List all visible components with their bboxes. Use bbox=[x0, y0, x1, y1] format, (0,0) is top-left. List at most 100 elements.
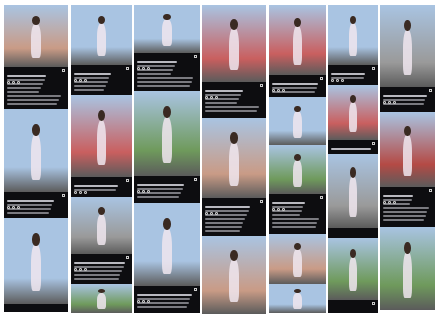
photo-tile-9 bbox=[134, 91, 200, 176]
caption-text-line bbox=[74, 262, 126, 264]
bookmark-icon bbox=[194, 55, 197, 58]
photo-collage bbox=[0, 0, 439, 315]
caption-text-line bbox=[137, 85, 190, 87]
comment-icon bbox=[79, 268, 82, 271]
photo-tile-25 bbox=[380, 227, 435, 310]
photo-tile-18 bbox=[269, 284, 326, 313]
caption-text-line bbox=[74, 185, 118, 187]
person-head bbox=[32, 123, 40, 136]
post-caption-panel-7 bbox=[134, 53, 200, 91]
comment-icon bbox=[142, 190, 145, 193]
heart-icon bbox=[74, 191, 77, 194]
comment-icon bbox=[142, 67, 145, 70]
share-icon bbox=[215, 212, 218, 215]
person-head bbox=[97, 109, 106, 122]
photo-tile-21 bbox=[328, 154, 378, 228]
photo-tile-2 bbox=[4, 109, 68, 192]
person-figure bbox=[292, 159, 303, 187]
person-figure bbox=[292, 249, 303, 277]
caption-text-line bbox=[383, 219, 425, 221]
heart-icon bbox=[137, 300, 140, 303]
caption-text-line bbox=[137, 298, 191, 300]
bookmark-icon bbox=[320, 77, 323, 80]
post-action-icons bbox=[137, 288, 197, 303]
comment-icon bbox=[210, 212, 213, 215]
post-action-icons bbox=[383, 189, 432, 204]
post-caption-panel-16 bbox=[328, 228, 378, 238]
comment-icon bbox=[277, 208, 280, 211]
caption-text-line bbox=[272, 218, 319, 220]
caption-text-line bbox=[331, 73, 365, 75]
heart-icon bbox=[205, 212, 208, 215]
share-icon bbox=[147, 300, 150, 303]
post-action-icons bbox=[272, 196, 323, 211]
photo-tile-16 bbox=[269, 145, 326, 194]
caption-text-line bbox=[383, 211, 428, 213]
share-icon bbox=[17, 81, 20, 84]
caption-text-line bbox=[74, 85, 106, 87]
post-action-icons bbox=[331, 67, 375, 82]
photo-tile-6 bbox=[71, 197, 132, 254]
person-head bbox=[163, 106, 171, 119]
caption-text-line bbox=[137, 196, 179, 198]
person-figure bbox=[96, 23, 107, 56]
caption-text-line bbox=[137, 61, 177, 63]
bookmark-icon bbox=[320, 196, 323, 199]
caption-text-line bbox=[74, 278, 119, 280]
share-icon bbox=[282, 208, 285, 211]
post-action-icons bbox=[331, 302, 375, 306]
heart-icon bbox=[272, 208, 275, 211]
person-head bbox=[404, 241, 411, 254]
person-figure bbox=[403, 251, 412, 298]
photo-tile-22 bbox=[328, 238, 378, 300]
bookmark-icon bbox=[62, 69, 65, 72]
post-caption-panel-15 bbox=[328, 140, 378, 154]
person-head bbox=[230, 250, 238, 261]
caption-text-line bbox=[137, 184, 185, 186]
bookmark-icon bbox=[62, 194, 65, 197]
person-figure bbox=[228, 142, 240, 186]
bookmark-icon bbox=[372, 302, 375, 305]
person-head bbox=[350, 249, 356, 258]
post-action-icons bbox=[137, 55, 197, 70]
bookmark-icon bbox=[260, 84, 263, 87]
caption-text-line bbox=[7, 103, 58, 105]
person-head bbox=[32, 16, 40, 25]
post-action-icons bbox=[7, 194, 65, 209]
person-figure bbox=[96, 292, 107, 309]
bookmark-icon bbox=[126, 256, 129, 259]
caption-text-line bbox=[205, 206, 251, 208]
person-figure bbox=[349, 256, 357, 291]
share-icon bbox=[393, 201, 396, 204]
photo-tile-8 bbox=[134, 5, 200, 53]
comment-icon bbox=[277, 89, 280, 92]
photo-tile-20 bbox=[328, 85, 378, 140]
caption-text-line bbox=[137, 306, 187, 308]
person-figure bbox=[161, 116, 173, 164]
share-icon bbox=[17, 206, 20, 209]
heart-icon bbox=[137, 190, 140, 193]
caption-text-line bbox=[7, 200, 54, 202]
caption-text-line bbox=[383, 207, 429, 209]
caption-text-line bbox=[205, 226, 242, 228]
caption-text-line bbox=[205, 106, 259, 108]
caption-text-line bbox=[272, 202, 305, 204]
post-action-icons bbox=[74, 179, 129, 194]
share-icon bbox=[341, 79, 344, 82]
caption-text-line bbox=[137, 81, 192, 83]
caption-text-line bbox=[74, 73, 111, 75]
caption-text-line bbox=[383, 215, 426, 217]
photo-tile-7 bbox=[71, 284, 132, 313]
person-head bbox=[97, 289, 106, 294]
post-caption-panel-18 bbox=[380, 87, 435, 112]
caption-text-line bbox=[383, 203, 411, 205]
person-head bbox=[32, 233, 40, 246]
post-caption-panel-11 bbox=[202, 198, 266, 236]
caption-text-line bbox=[383, 195, 414, 197]
person-head bbox=[350, 94, 356, 103]
post-caption-panel-3 bbox=[4, 304, 68, 312]
caption-text-line bbox=[137, 294, 193, 296]
person-figure bbox=[161, 227, 173, 274]
person-head bbox=[404, 19, 411, 32]
comment-icon bbox=[79, 79, 82, 82]
